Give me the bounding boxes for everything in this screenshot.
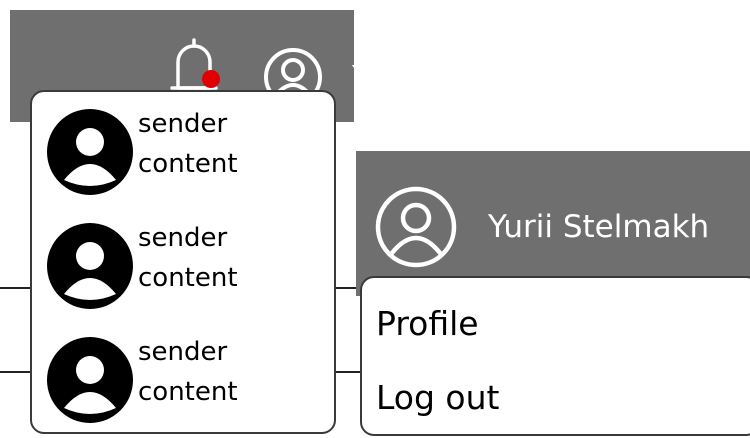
notification-sender: sender: [138, 337, 228, 367]
menu-item-profile[interactable]: Profile: [376, 302, 479, 346]
profile-dropdown: Profile Log out: [360, 276, 750, 436]
notification-sender: sender: [138, 223, 228, 253]
notification-item[interactable]: sender content: [44, 216, 324, 316]
notification-badge: [202, 70, 220, 88]
user-header-bar: Yurii Stelmakh: [356, 151, 750, 296]
user-name: Yurii Stelmakh: [488, 209, 710, 245]
user-menu-button[interactable]: Yurii Stelmakh: [374, 185, 750, 269]
notification-content: content: [138, 149, 238, 179]
menu-item-logout[interactable]: Log out: [376, 376, 499, 420]
notification-sender: sender: [138, 109, 228, 139]
user-name-truncated: Y: [352, 59, 370, 92]
notification-content: content: [138, 377, 238, 407]
screenshot-stage: Y sender content sender content sender c…: [0, 0, 750, 438]
notification-item[interactable]: sender content: [44, 330, 324, 430]
avatar-icon: [47, 109, 133, 195]
avatar-icon: [47, 223, 133, 309]
user-circle-icon: [375, 186, 457, 268]
avatar-icon: [47, 337, 133, 423]
notification-item[interactable]: sender content: [44, 102, 324, 202]
notification-content: content: [138, 263, 238, 293]
notifications-dropdown: sender content sender content sender con…: [30, 90, 336, 434]
